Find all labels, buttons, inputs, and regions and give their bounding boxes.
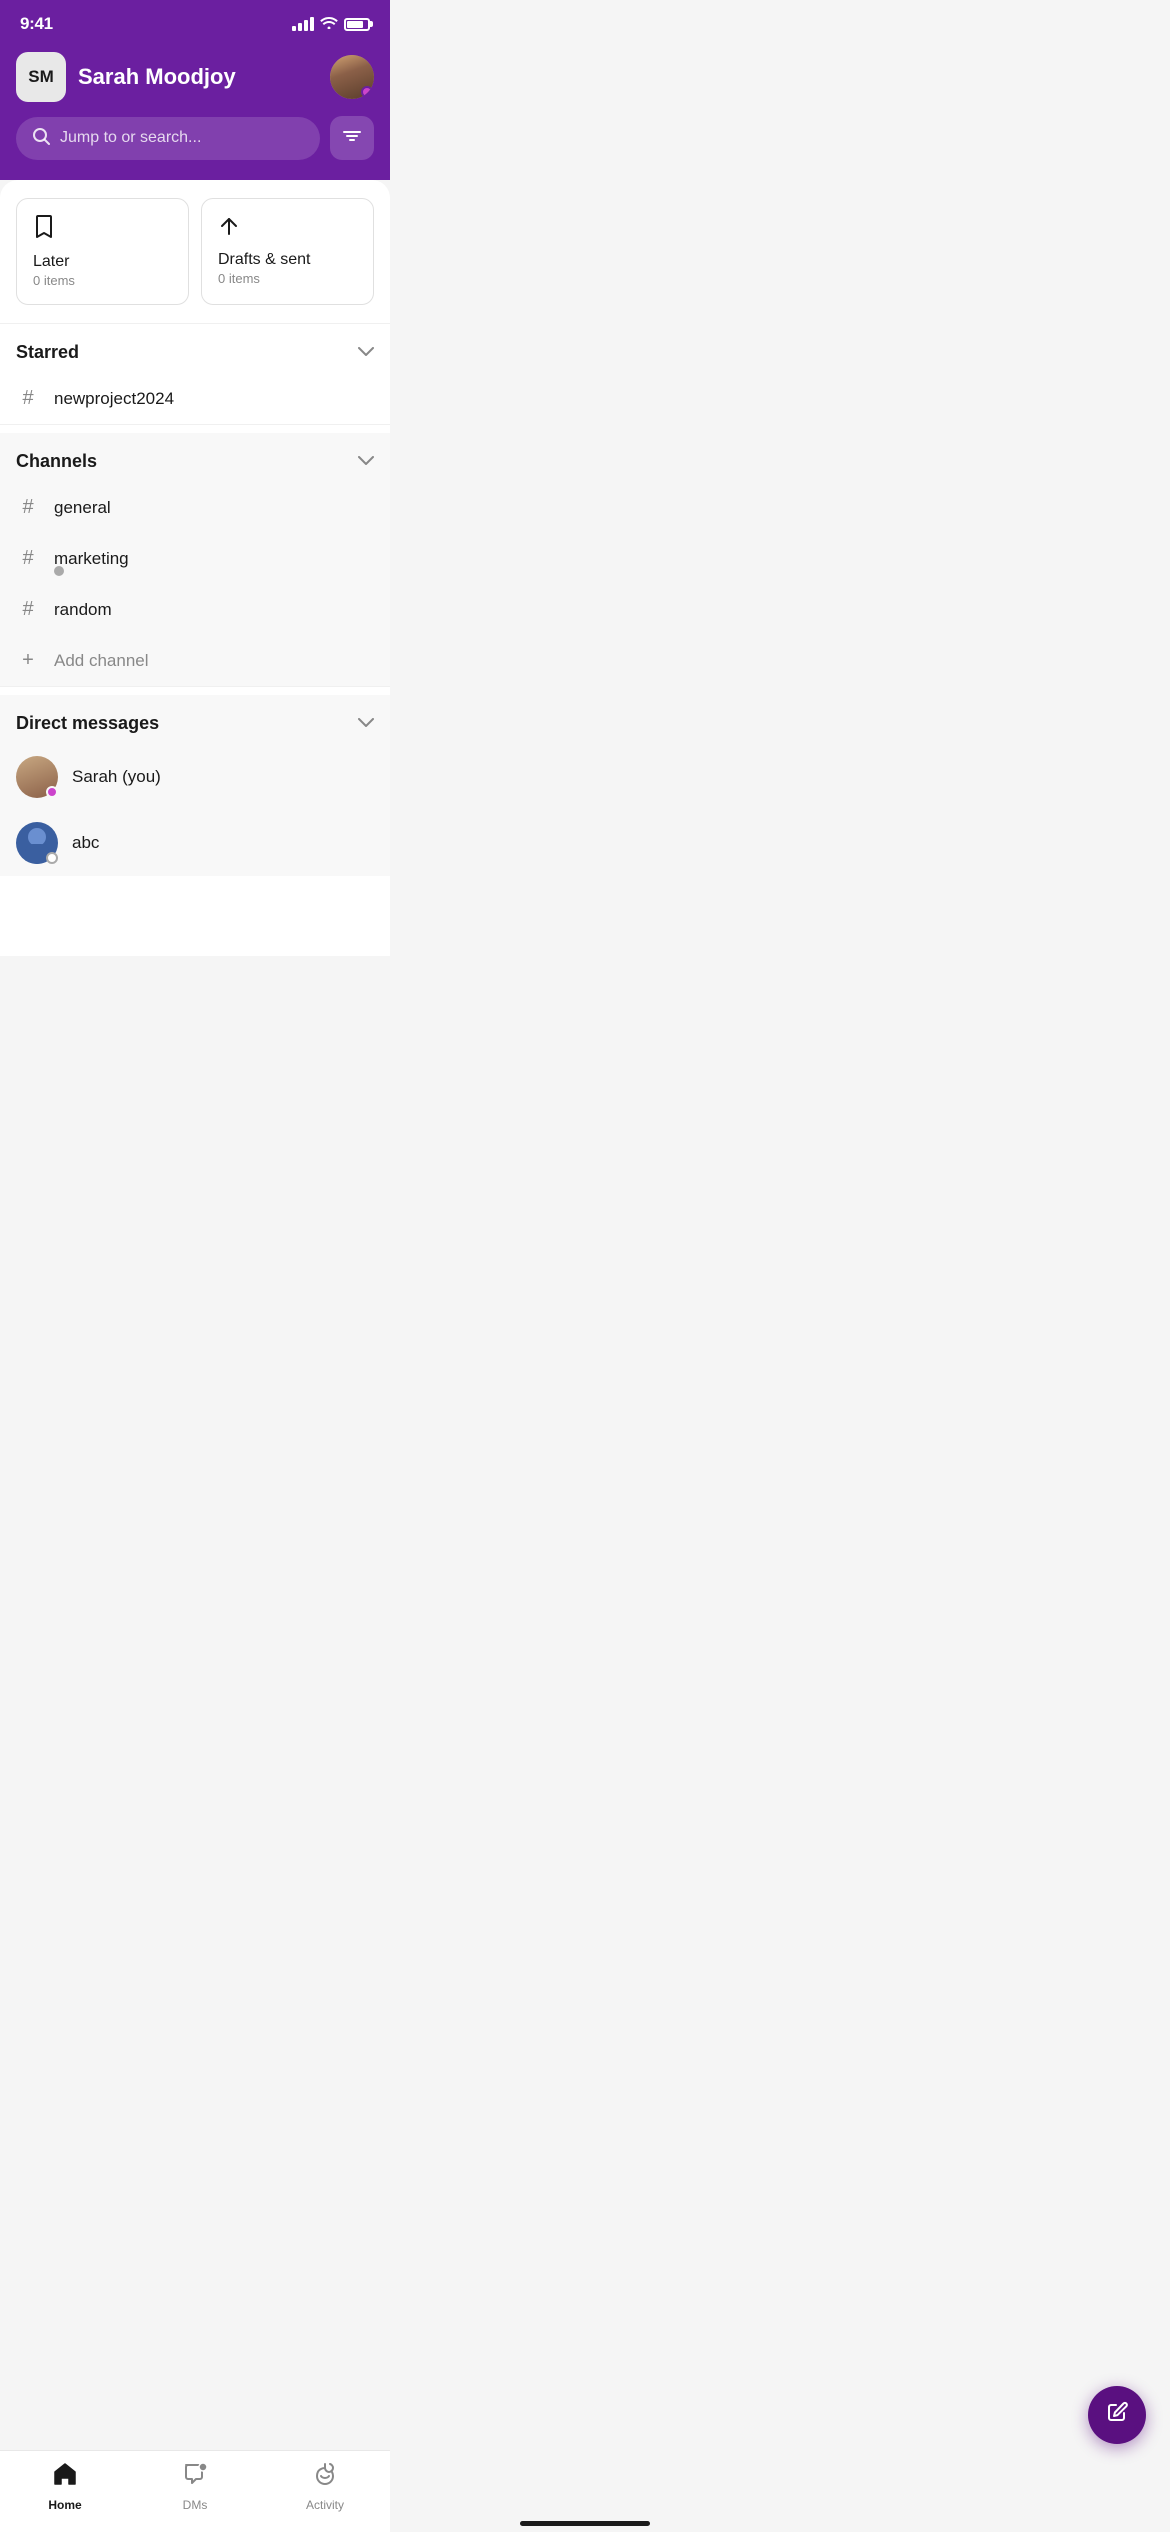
sarah-avatar [16, 756, 58, 798]
header: SM Sarah Moodjoy Jump to or search... [0, 44, 390, 180]
sarah-online-dot [46, 786, 58, 798]
activity-nav-label: Activity [306, 2498, 344, 2512]
drafts-title: Drafts & sent [218, 251, 357, 269]
hash-icon: # [16, 387, 40, 410]
header-top: SM Sarah Moodjoy [16, 52, 374, 102]
battery-icon [344, 18, 370, 31]
bottom-nav: Home DMs Activity [0, 2450, 390, 2532]
starred-chevron-icon [358, 344, 374, 362]
channel-name-random: random [54, 600, 112, 620]
home-indicator [520, 2521, 650, 2526]
drafts-count: 0 items [218, 271, 357, 286]
drafts-icon [218, 215, 357, 243]
home-nav-label: Home [48, 2498, 81, 2512]
activity-icon [312, 2461, 338, 2494]
nav-item-home[interactable]: Home [0, 2461, 130, 2512]
starred-section: Starred # newproject2024 [0, 324, 390, 424]
dm-title: Direct messages [16, 713, 159, 734]
nav-item-activity[interactable]: Activity [260, 2461, 390, 2512]
starred-item-name: newproject2024 [54, 389, 174, 409]
header-left: SM Sarah Moodjoy [16, 52, 236, 102]
user-avatar-photo[interactable] [330, 55, 374, 99]
quick-access-section: Later 0 items Drafts & sent 0 items [0, 180, 390, 323]
abc-avatar [16, 822, 58, 864]
later-title: Later [33, 253, 172, 271]
compose-fab[interactable] [1088, 2386, 1146, 2444]
search-row: Jump to or search... [16, 116, 374, 160]
starred-title: Starred [16, 342, 79, 363]
dm-header[interactable]: Direct messages [0, 695, 390, 744]
channels-title: Channels [16, 451, 97, 472]
later-icon [33, 215, 172, 245]
online-indicator [361, 86, 373, 98]
dms-nav-label: DMs [183, 2498, 208, 2512]
plus-icon: + [16, 649, 40, 672]
dms-icon [182, 2461, 208, 2494]
status-time: 9:41 [20, 14, 53, 34]
user-name: Sarah Moodjoy [78, 64, 236, 90]
unread-dot [54, 566, 64, 576]
nav-item-dms[interactable]: DMs [130, 2461, 260, 2512]
later-card[interactable]: Later 0 items [16, 198, 189, 305]
status-icons [292, 15, 370, 34]
compose-icon [1105, 2400, 1129, 2430]
starred-item-newproject2024[interactable]: # newproject2024 [0, 373, 390, 424]
abc-offline-dot [46, 852, 58, 864]
channel-name-general: general [54, 498, 111, 518]
channel-item-random[interactable]: # random [0, 584, 390, 635]
filter-icon [342, 128, 362, 149]
dm-item-abc[interactable]: abc [0, 810, 390, 876]
dm-chevron-icon [358, 715, 374, 733]
add-channel-item[interactable]: + Add channel [0, 635, 390, 686]
hash-icon: # [16, 547, 40, 570]
later-count: 0 items [33, 273, 172, 288]
status-bar: 9:41 [0, 0, 390, 44]
starred-header[interactable]: Starred [0, 324, 390, 373]
channels-section: Channels # general # marketing # random … [0, 433, 390, 686]
abc-dm-name: abc [72, 833, 99, 853]
user-initials-avatar: SM [16, 52, 66, 102]
divider-3 [0, 686, 390, 687]
channel-name-marketing: marketing [54, 549, 129, 569]
add-channel-label: Add channel [54, 651, 149, 671]
search-icon [32, 127, 50, 150]
main-content: Later 0 items Drafts & sent 0 items Star… [0, 180, 390, 956]
channels-header[interactable]: Channels [0, 433, 390, 482]
search-bar[interactable]: Jump to or search... [16, 117, 320, 160]
hash-icon: # [16, 598, 40, 621]
drafts-card[interactable]: Drafts & sent 0 items [201, 198, 374, 305]
sarah-dm-name: Sarah (you) [72, 767, 161, 787]
wifi-icon [320, 15, 338, 34]
hash-icon: # [16, 496, 40, 519]
direct-messages-section: Direct messages Sarah (you) [0, 695, 390, 876]
channel-item-general[interactable]: # general [0, 482, 390, 533]
channel-item-marketing[interactable]: # marketing [0, 533, 390, 584]
channels-chevron-icon [358, 453, 374, 471]
filter-button[interactable] [330, 116, 374, 160]
signal-bars-icon [292, 17, 314, 31]
dm-item-sarah[interactable]: Sarah (you) [0, 744, 390, 810]
home-icon [52, 2461, 78, 2494]
search-placeholder: Jump to or search... [60, 129, 201, 147]
divider-2 [0, 424, 390, 425]
